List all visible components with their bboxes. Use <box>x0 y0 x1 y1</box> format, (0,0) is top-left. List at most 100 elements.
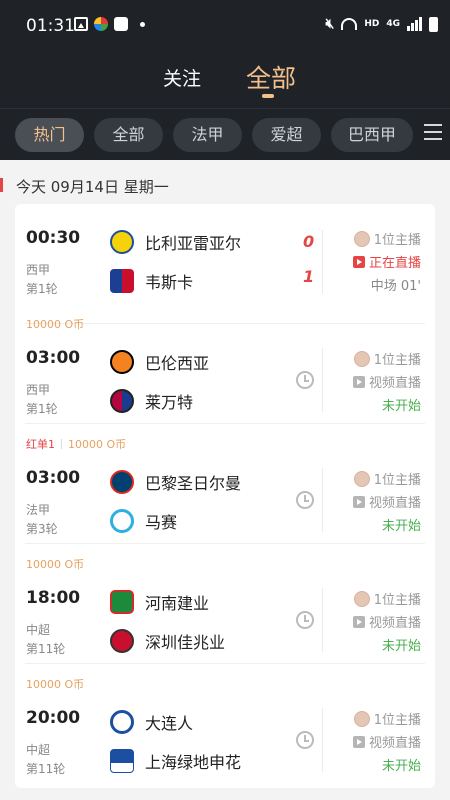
away-team: 莱万特 <box>110 389 193 413</box>
anchor-count-label: 1位主播 <box>373 473 421 488</box>
status-bar: 01:31 🔇︎ HD 4G <box>0 0 450 48</box>
match-list-card: 00:30 西甲 第1轮 比利亚雷亚尔 韦斯卡 0 1 1位主播 正在直播 中场… <box>15 204 435 788</box>
match-row[interactable]: 10000 O币 03:00 西甲 第1轮 巴伦西亚 莱万特 1位主播 视频直播… <box>15 304 435 424</box>
anchor-count-label: 1位主播 <box>373 233 421 248</box>
villarreal-logo-icon <box>110 230 134 254</box>
video-play-icon <box>352 495 365 508</box>
top-nav: 关注 全部 <box>0 48 450 108</box>
match-time: 03:00 <box>26 468 81 488</box>
video-play-icon <box>352 615 365 628</box>
match-row[interactable]: 红单1 10000 O币 03:00 法甲 第3轮 巴黎圣日尔曼 马赛 1位主播… <box>15 424 435 544</box>
video-status[interactable]: 视频直播 <box>352 612 421 631</box>
tab-follow[interactable]: 关注 <box>163 64 201 91</box>
filter-chip-ligue1[interactable]: 法甲 <box>173 118 242 152</box>
divider <box>322 708 323 772</box>
coin-tag: 10000 O币 <box>26 558 85 571</box>
match-status: 未开始 <box>381 639 421 654</box>
active-tab-indicator <box>262 94 274 98</box>
match-round: 第1轮 <box>26 402 58 416</box>
video-status[interactable]: 视频直播 <box>352 372 421 391</box>
clock-icon <box>296 491 314 509</box>
divider <box>322 230 323 294</box>
home-team-name: 大连人 <box>145 714 194 733</box>
filter-chip-all[interactable]: 全部 <box>94 118 163 152</box>
video-label: 视频直播 <box>368 496 421 511</box>
tag-divider <box>61 439 62 449</box>
anchor-avatar <box>353 590 370 607</box>
match-status: 中场 01' <box>370 279 421 294</box>
marseille-logo-icon <box>110 509 134 533</box>
video-label: 视频直播 <box>368 616 421 631</box>
mute-icon: 🔇︎ <box>325 16 335 32</box>
tab-all[interactable]: 全部 <box>246 59 296 95</box>
hd-label: HD <box>364 19 380 29</box>
clock-time: 01:31 <box>26 16 75 36</box>
dalian-logo-icon <box>110 710 134 734</box>
shenzhen-logo-icon <box>110 629 134 653</box>
live-play-icon <box>352 255 365 268</box>
video-status[interactable]: 视频直播 <box>352 732 421 751</box>
match-time: 03:00 <box>26 348 81 368</box>
match-tags: 10000 O币 <box>26 676 84 692</box>
red-tag: 红单1 <box>26 438 55 451</box>
match-tags: 红单1 10000 O币 <box>26 436 126 452</box>
video-status[interactable]: 视频直播 <box>352 492 421 511</box>
divider <box>322 588 323 652</box>
away-team-name: 韦斯卡 <box>145 273 194 292</box>
more-dot-icon <box>140 21 145 27</box>
match-status: 未开始 <box>381 759 421 774</box>
message-icon <box>114 17 128 31</box>
home-team-name: 巴黎圣日尔曼 <box>145 474 242 493</box>
home-team-name: 河南建业 <box>145 594 210 613</box>
match-row[interactable]: 10000 O币 18:00 中超 第11轮 河南建业 深圳佳兆业 1位主播 视… <box>15 544 435 664</box>
huesca-logo-icon <box>110 269 134 293</box>
filter-chip-aichao[interactable]: 爱超 <box>252 118 321 152</box>
match-round: 第3轮 <box>26 522 58 536</box>
match-tags: 10000 O币 <box>26 556 84 572</box>
away-team-name: 马赛 <box>145 513 178 532</box>
home-team: 巴黎圣日尔曼 <box>110 470 241 494</box>
coin-tag: 10000 O币 <box>26 678 85 691</box>
match-tags: 10000 O币 <box>26 316 84 332</box>
app-notification-icon <box>94 17 108 31</box>
anchor-count: 1位主播 <box>353 229 421 248</box>
anchor-avatar <box>353 470 370 487</box>
anchor-count: 1位主播 <box>353 349 421 368</box>
video-play-icon <box>352 735 365 748</box>
league-filter-bar: 热门 全部 法甲 爱超 巴西甲 <box>0 108 450 160</box>
anchor-count: 1位主播 <box>353 709 421 728</box>
away-team: 上海绿地申花 <box>110 749 241 773</box>
filter-chip-hot[interactable]: 热门 <box>15 118 84 152</box>
match-round: 第11轮 <box>26 762 66 776</box>
date-label: 今天 09月14日 星期一 <box>16 178 169 196</box>
valencia-logo-icon <box>110 350 134 374</box>
away-score: 1 <box>303 267 315 286</box>
match-league: 法甲 <box>26 503 51 517</box>
match-league: 中超 <box>26 743 51 757</box>
coin-tag: 10000 O币 <box>26 318 85 331</box>
battery-icon <box>429 16 438 32</box>
live-status[interactable]: 正在直播 <box>352 252 421 271</box>
clock-icon <box>296 731 314 749</box>
away-team-name: 深圳佳兆业 <box>145 633 226 652</box>
divider <box>322 348 323 412</box>
date-header: 今天 09月14日 星期一 <box>0 160 450 204</box>
match-row[interactable]: 10000 O币 20:00 中超 第11轮 大连人 上海绿地申花 1位主播 视… <box>15 664 435 784</box>
match-time: 18:00 <box>26 588 81 608</box>
home-team: 巴伦西亚 <box>110 350 209 374</box>
anchor-avatar <box>353 230 370 247</box>
menu-icon[interactable] <box>424 124 442 144</box>
away-team-name: 上海绿地申花 <box>145 753 242 772</box>
filter-chip-brasileirao[interactable]: 巴西甲 <box>331 118 413 152</box>
signal-icon <box>407 17 422 31</box>
notification-icons <box>74 17 145 31</box>
divider <box>322 468 323 532</box>
anchor-avatar <box>353 350 370 367</box>
away-team: 韦斯卡 <box>110 269 193 293</box>
date-accent-bar <box>0 178 3 192</box>
match-status: 未开始 <box>381 399 421 414</box>
henan-logo-icon <box>110 590 134 614</box>
clock-icon <box>296 611 314 629</box>
levante-logo-icon <box>110 389 134 413</box>
match-round: 第11轮 <box>26 642 66 656</box>
